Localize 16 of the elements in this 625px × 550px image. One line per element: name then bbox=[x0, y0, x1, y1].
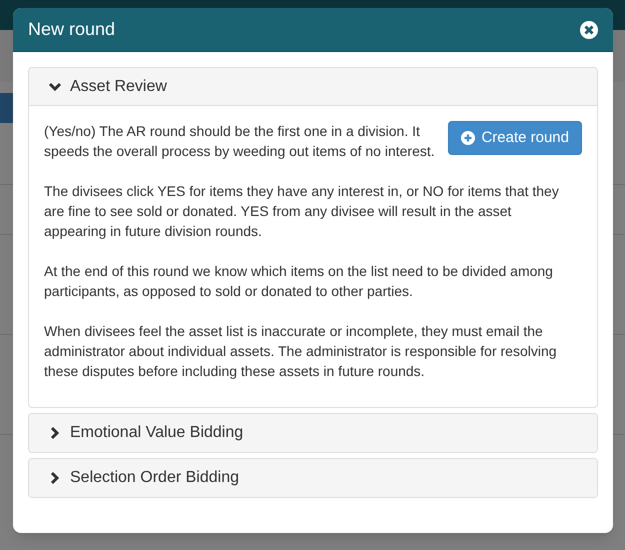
section-description: (Yes/no) The AR round should be the first one in a division. It speeds the overall process by weeding out items of no interest. bbox=[44, 122, 436, 161]
chevron-right-icon bbox=[48, 471, 62, 485]
create-round-button[interactable]: Create round bbox=[448, 121, 582, 155]
section-title: Asset Review bbox=[70, 76, 167, 96]
accordion-header[interactable]: Emotional Value Bidding bbox=[29, 414, 597, 452]
chevron-right-icon bbox=[48, 426, 62, 440]
section-title: Selection Order Bidding bbox=[70, 468, 239, 488]
accordion-header[interactable]: Selection Order Bidding bbox=[29, 459, 597, 497]
dialog-title: New round bbox=[28, 18, 116, 41]
plus-circle-icon bbox=[461, 131, 476, 145]
section-description: The divisees click YES for items they have any interest in, or NO for items that they are fine to see sold or donated. YES from any divisee will result in the asset appearing in future division rounds. bbox=[44, 182, 560, 241]
close-icon[interactable] bbox=[580, 20, 598, 38]
accordion-header[interactable]: Asset Review bbox=[29, 68, 597, 106]
section-description: When divisees feel the asset list is inaccurate or incomplete, they must email the administrator about individual assets. The administrator is responsible for resolving these disputes before including these assets in future rounds. bbox=[44, 322, 558, 381]
section-description: At the end of this round we know which items on the list need to be divided among participants, as opposed to sold or donated to other parties. bbox=[44, 262, 554, 301]
section-title: Emotional Value Bidding bbox=[70, 423, 244, 443]
